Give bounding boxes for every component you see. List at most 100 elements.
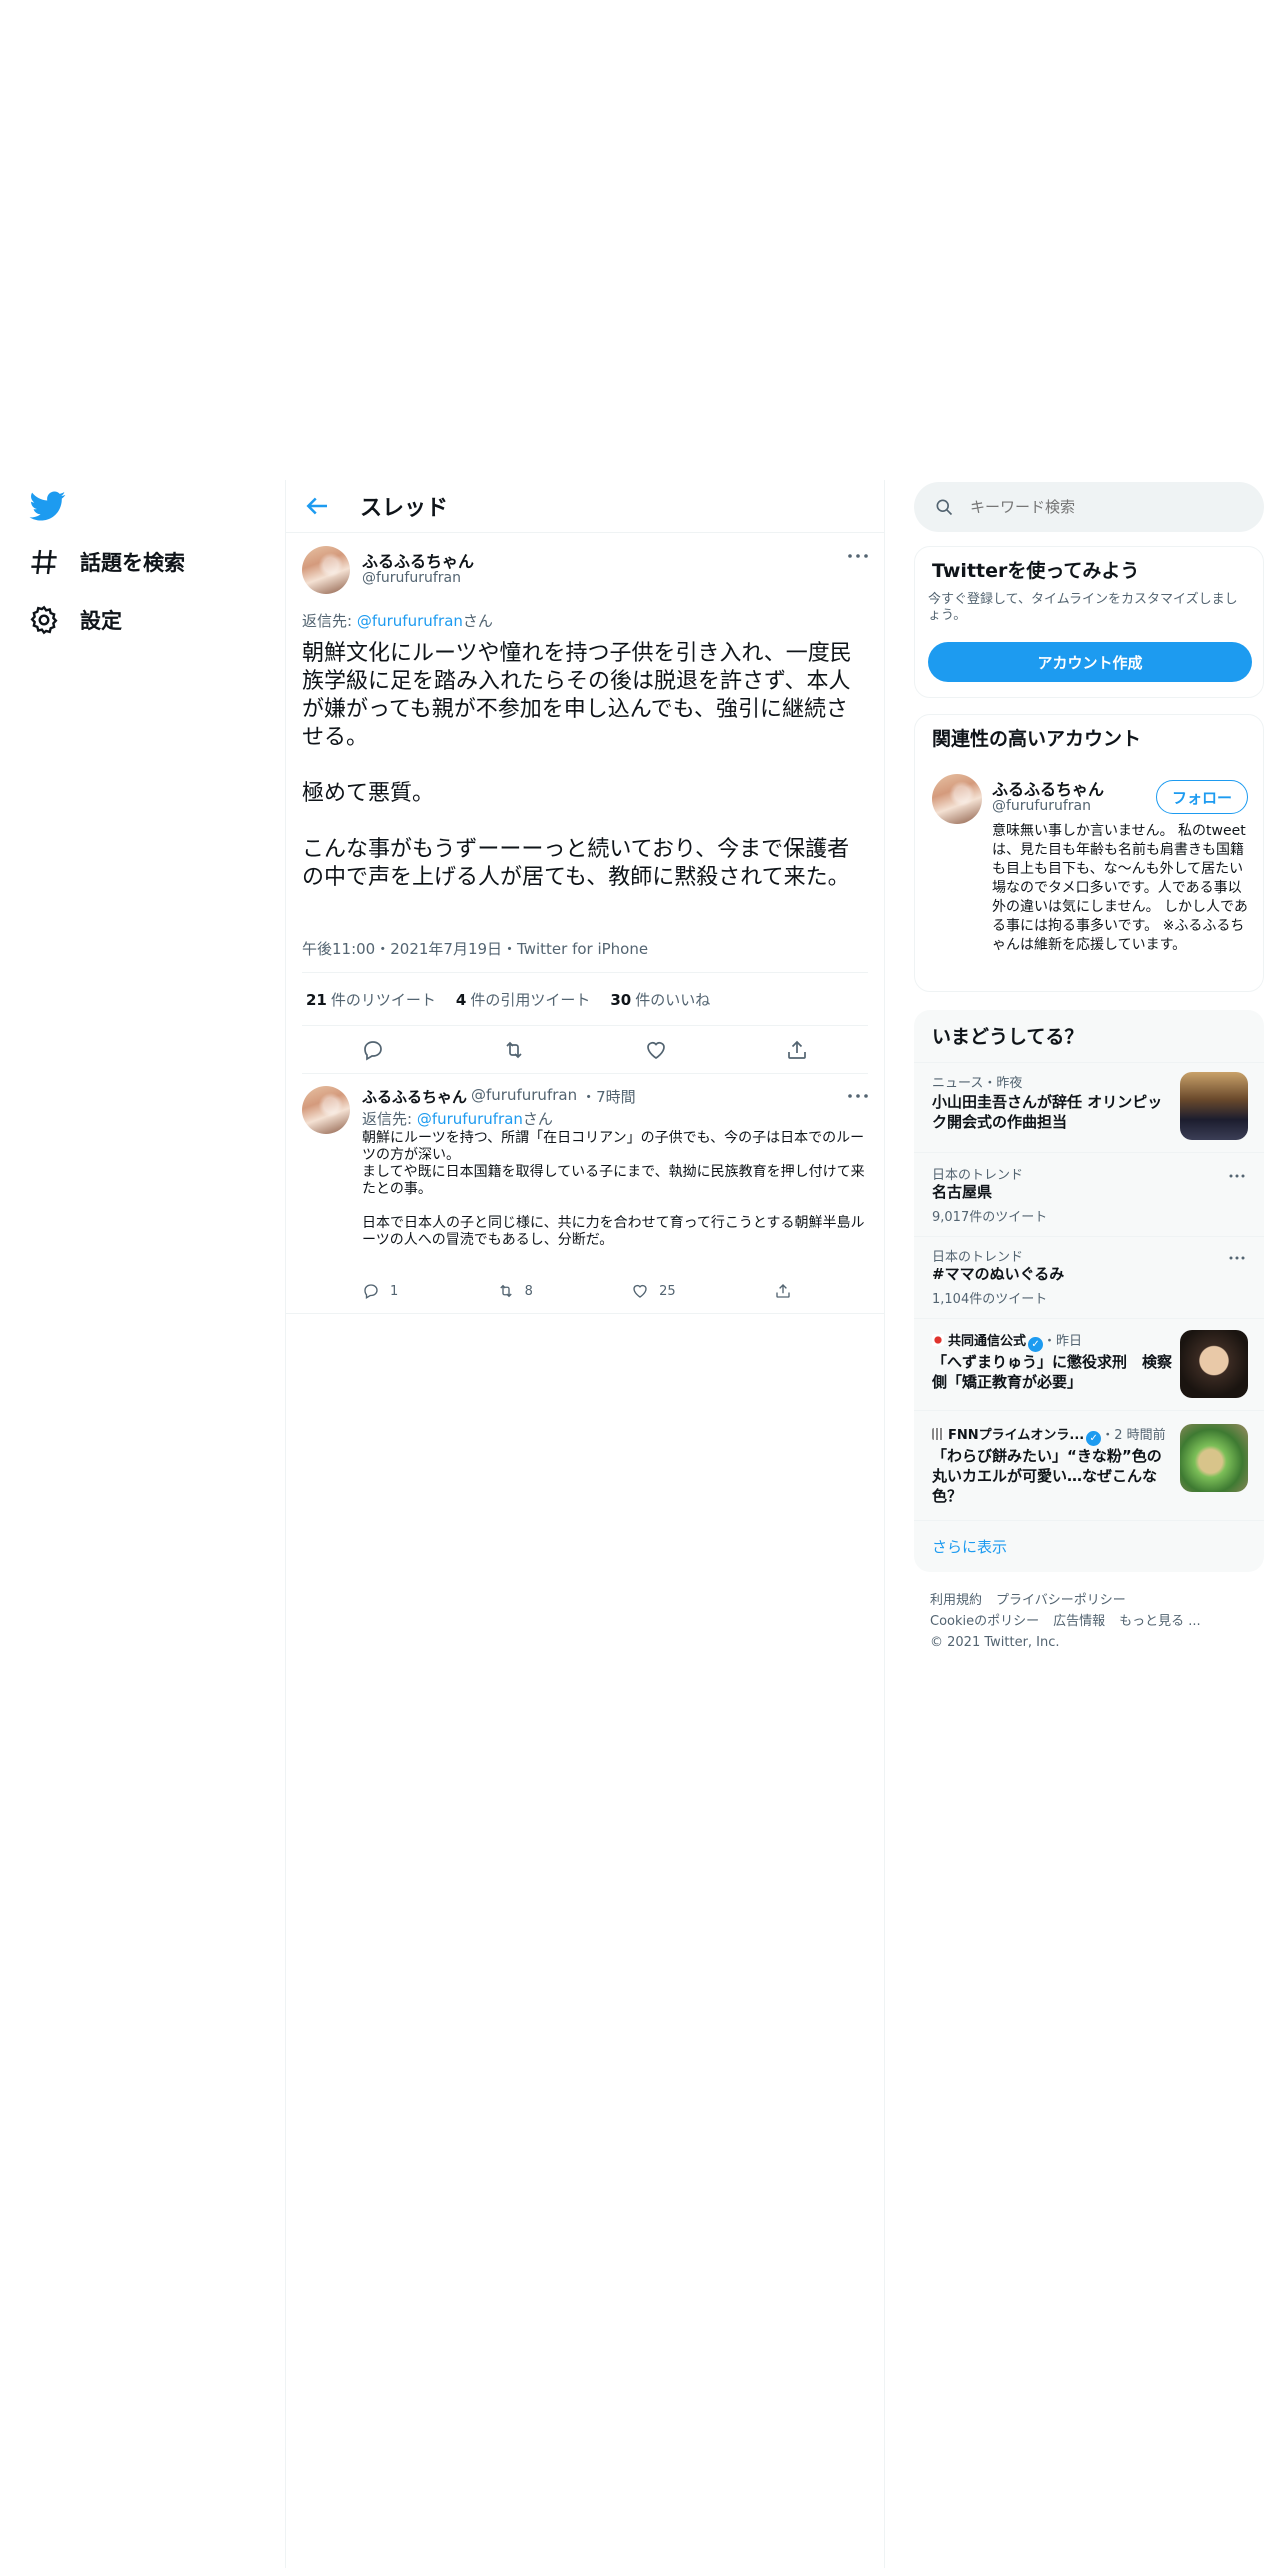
trend-title[interactable]: #ママのぬいぐるみ (932, 1264, 1064, 1284)
reply-suffix: さん (462, 612, 493, 630)
trend-source[interactable]: 共同通信公式 (948, 1334, 1026, 1349)
divider (914, 1520, 1264, 1521)
retweet-icon (499, 1284, 512, 1298)
like-button[interactable]: 25 (631, 1282, 676, 1300)
more-link[interactable]: もっと見る ... (1119, 1614, 1201, 1629)
reply-prefix: 返信先: (362, 1110, 417, 1128)
retweet-count: 8 (524, 1283, 533, 1299)
back-arrow-icon[interactable] (302, 491, 332, 521)
share-button[interactable] (774, 1282, 792, 1300)
copyright: © 2021 Twitter, Inc. (930, 1635, 1060, 1650)
gear-icon (30, 605, 58, 635)
retweet-count-link[interactable]: 21 件のリツイート (306, 989, 436, 1010)
search-icon (936, 499, 953, 516)
trend-source[interactable]: FNNプライムオンラ... (948, 1428, 1084, 1443)
fnn-logo-icon (932, 1428, 944, 1440)
reply-count: 1 (390, 1283, 399, 1299)
nav-item-explore[interactable]: 話題を検索 (28, 542, 185, 582)
signup-description: 今すぐ登録して、タイムラインをカスタマイズしましょう。 (928, 592, 1238, 623)
trend-count: 9,017件のツイート (932, 1210, 1048, 1225)
trend-source-line: FNNプライムオンラ... ✓ ・2 時間前 (932, 1424, 1166, 1446)
avatar[interactable] (302, 1086, 350, 1134)
divider (286, 1313, 884, 1314)
more-options-icon[interactable] (1228, 1172, 1246, 1180)
heart-icon[interactable] (644, 1038, 668, 1062)
quote-count-link[interactable]: 4 件の引用ツイート (456, 989, 590, 1010)
reply-button[interactable]: 1 (362, 1282, 398, 1300)
trend-context: ニュース・昨夜 (932, 1076, 1023, 1091)
privacy-link[interactable]: プライバシーポリシー (996, 1593, 1126, 1608)
author-handle[interactable]: @furufurufran (362, 570, 461, 586)
tweet-actions (302, 1026, 868, 1074)
divider (914, 1318, 1264, 1319)
reply-to-line: 返信先: @furufurufranさん (302, 610, 493, 631)
reply-prefix: 返信先: (302, 612, 357, 630)
nav-item-label: 設定 (80, 609, 122, 633)
author-name[interactable]: ふるふるちゃん (362, 548, 474, 572)
divider (914, 1236, 1264, 1237)
nav-item-label: 話題を検索 (80, 551, 185, 575)
trends-title: いまどうしてる？ (932, 1026, 1084, 1048)
reply-to-line: 返信先: @furufurufranさん (362, 1108, 553, 1129)
tweet-text: 朝鮮にルーツを持つ、所謂「在日コリアン」の子供でも、今の子は日本でのルーツの方が… (362, 1130, 865, 1248)
more-options-icon[interactable] (1228, 1254, 1246, 1262)
author-handle[interactable]: @furufurufran (471, 1086, 577, 1107)
twitter-logo-icon[interactable] (28, 488, 68, 524)
divider (914, 1062, 1264, 1063)
avatar[interactable] (932, 774, 982, 824)
heart-icon (633, 1284, 647, 1298)
page-title: スレッド (360, 496, 449, 521)
tweet-time[interactable]: ・7時間 (581, 1086, 636, 1107)
trend-thumbnail[interactable] (1180, 1072, 1248, 1140)
reply-to-link[interactable]: @furufurufran (357, 612, 463, 630)
nav-item-settings[interactable]: 設定 (28, 600, 122, 640)
related-account-bio: 意味無い事しか言いません。 私のtweetは、見た目も年齢も名前も肩書きも国籍も… (992, 823, 1248, 953)
more-options-icon[interactable] (846, 1092, 870, 1100)
trend-thumbnail[interactable] (1180, 1424, 1248, 1492)
like-count-link[interactable]: 30 件のいいね (610, 989, 710, 1010)
share-icon (776, 1284, 790, 1298)
hashtag-icon (31, 549, 57, 575)
reply-icon[interactable] (361, 1038, 385, 1062)
related-account-name[interactable]: ふるふるちゃん (992, 776, 1104, 800)
related-accounts-title: 関連性の高いアカウント (932, 728, 1142, 750)
retweet-button[interactable]: 8 (497, 1282, 533, 1300)
kyodo-logo-icon (932, 1334, 944, 1346)
divider (914, 1152, 1264, 1153)
trend-title[interactable]: 「へずまりゅう」に懲役求刑 検察側「矯正教育が必要」 (932, 1352, 1172, 1392)
reply-tweet-actions: 1 8 25 (362, 1282, 792, 1300)
footer: 利用規約 プライバシーポリシー Cookieのポリシー 広告情報 もっと見る ... … (930, 1590, 1250, 1653)
more-options-icon[interactable] (846, 552, 870, 560)
verified-badge-icon: ✓ (1028, 1337, 1044, 1352)
trend-context: 日本のトレンド (932, 1168, 1024, 1183)
retweet-icon[interactable] (502, 1038, 526, 1062)
show-more-link[interactable]: さらに表示 (932, 1536, 1007, 1557)
terms-link[interactable]: 利用規約 (930, 1593, 982, 1608)
follow-button[interactable]: フォロー (1156, 780, 1248, 814)
tweet-timestamp[interactable]: 午後11:00・2021年7月19日・Twitter for iPhone (302, 938, 648, 959)
tweet-text: 朝鮮文化にルーツや憧れを持つ子供を引き入れ、一度民族学級に足を踏み入れたらその後… (302, 641, 852, 890)
like-count: 25 (659, 1283, 676, 1299)
cookie-link[interactable]: Cookieのポリシー (930, 1614, 1039, 1629)
reply-icon (364, 1284, 378, 1299)
signup-title: Twitterを使ってみよう (932, 560, 1140, 582)
trend-source-line: 共同通信公式 ✓ ・昨日 (932, 1330, 1082, 1352)
trend-time: ・2 時間前 (1101, 1428, 1166, 1443)
trend-title[interactable]: 小山田圭吾さんが辞任 オリンピック開会式の作曲担当 (932, 1092, 1172, 1132)
search-box[interactable] (914, 482, 1264, 532)
verified-badge-icon: ✓ (1086, 1431, 1102, 1446)
trend-title[interactable]: 名古屋県 (932, 1182, 992, 1202)
tweet-stats: 21 件のリツイート 4 件の引用ツイート 30 件のいいね (302, 972, 868, 1026)
thread-header: スレッド (286, 480, 884, 533)
author-name[interactable]: ふるふるちゃん (362, 1086, 467, 1107)
search-input[interactable] (970, 498, 1250, 516)
share-icon[interactable] (785, 1038, 809, 1062)
create-account-button[interactable]: アカウント作成 (928, 642, 1252, 682)
trend-thumbnail[interactable] (1180, 1330, 1248, 1398)
avatar[interactable] (302, 546, 350, 594)
reply-to-link[interactable]: @furufurufran (417, 1110, 523, 1128)
trend-title[interactable]: 「わらび餅みたい」“きな粉”色の丸いカエルが可愛い…なぜこんな色？ (932, 1446, 1172, 1506)
trend-context: 日本のトレンド (932, 1250, 1024, 1265)
ads-link[interactable]: 広告情報 (1053, 1614, 1105, 1629)
related-account-handle[interactable]: @furufurufran (992, 798, 1091, 814)
